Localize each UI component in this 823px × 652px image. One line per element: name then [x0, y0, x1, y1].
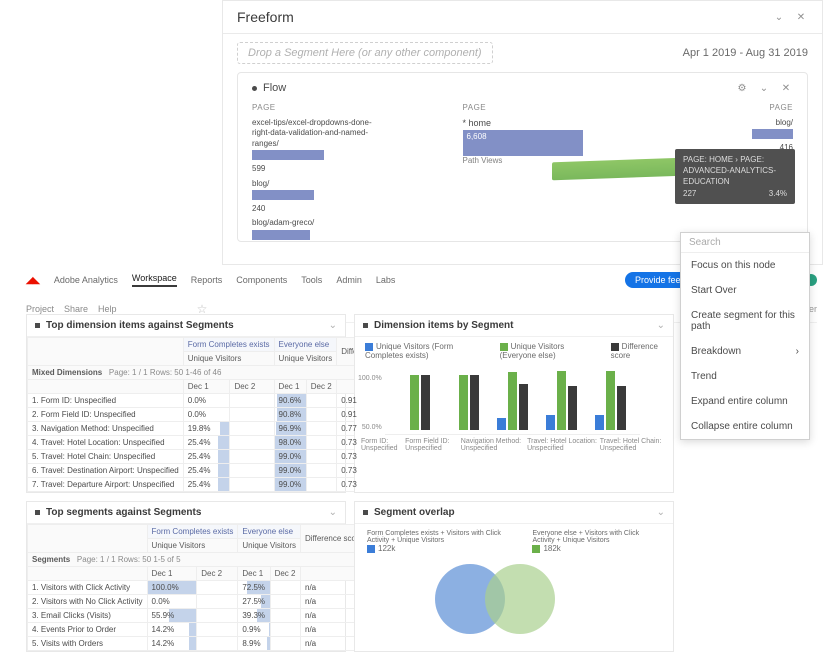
ctx-start-over[interactable]: Start Over — [681, 278, 809, 303]
ctx-trend[interactable]: Trend — [681, 364, 809, 389]
card-top-segments: Top segments against Segments⌄ Form Comp… — [26, 501, 346, 652]
ctx-focus[interactable]: Focus on this node — [681, 253, 809, 278]
table-row[interactable]: 3. Navigation Method: Unspecified 19.8% … — [28, 422, 404, 436]
chevron-down-icon[interactable]: ⌄ — [329, 507, 337, 518]
topseg-table: Form Completes existsEveryone elseDiffer… — [27, 524, 368, 651]
chevron-down-icon[interactable]: ⌄ — [772, 10, 786, 24]
table-row[interactable]: 6. Travel: Destination Airport: Unspecif… — [28, 464, 404, 478]
flow-node-home[interactable]: * home 6,608 Path Views — [463, 118, 583, 165]
flow-col-left: PAGE excel-tips/excel-dropdowns-done-rig… — [252, 103, 372, 244]
table-row[interactable]: 5. Visits with Orders 14.2% 8.9% n/a — [28, 637, 368, 651]
dot-icon — [363, 323, 368, 328]
flow-node[interactable]: blog/ — [673, 118, 793, 139]
topdim-table: Form Completes existsEveryone elseDiffer… — [27, 337, 404, 492]
chevron-down-icon[interactable]: ⌄ — [329, 320, 337, 331]
freeform-panel: Freeform ⌄ ✕ Drop a Segment Here (or any… — [222, 0, 823, 265]
table-row[interactable]: 4. Events Prior to Order 14.2% 0.9% n/a — [28, 623, 368, 637]
menu-project[interactable]: Project — [26, 304, 54, 314]
table-row[interactable]: 1. Visitors with Click Activity 100.0% 7… — [28, 581, 368, 595]
chevron-down-icon[interactable]: ⌄ — [657, 320, 665, 331]
flow-visualization: Flow ⚙ ⌄ ✕ PAGE excel-tips/excel-dropdow… — [237, 72, 808, 242]
brand-label: Adobe Analytics — [54, 275, 118, 285]
panel-title: Freeform — [237, 9, 294, 25]
tab-labs[interactable]: Labs — [376, 275, 396, 285]
close-icon[interactable]: ✕ — [779, 81, 793, 95]
bar-group[interactable] — [497, 372, 528, 430]
table-row[interactable]: 2. Form Field ID: Unspecified 0.0% 90.8%… — [28, 408, 404, 422]
dot-icon — [35, 323, 40, 328]
ctx-create-segment[interactable]: Create segment for this path — [681, 303, 809, 339]
flow-col-center: PAGE * home 6,608 Path Views — [463, 103, 583, 165]
bar-group[interactable] — [595, 371, 626, 430]
card-segment-overlap: Segment overlap⌄ Form Completes exists +… — [354, 501, 674, 652]
tab-admin[interactable]: Admin — [336, 275, 362, 285]
card-top-dimension: Top dimension items against Segments⌄ Fo… — [26, 314, 346, 493]
ctx-collapse[interactable]: Collapse entire column — [681, 414, 809, 439]
table-row[interactable]: 2. Visitors with No Click Activity 0.0% … — [28, 595, 368, 609]
flow-node[interactable]: excel-tips/excel-dropdowns-done-right-da… — [252, 118, 372, 160]
bar-group[interactable] — [448, 375, 479, 430]
menu-share[interactable]: Share — [64, 304, 88, 314]
table-row[interactable]: 3. Email Clicks (Visits) 55.9% 39.3% n/a — [28, 609, 368, 623]
chevron-down-icon[interactable]: ⌄ — [657, 507, 665, 518]
context-search[interactable]: Search — [681, 233, 809, 253]
bar-group[interactable] — [546, 371, 577, 430]
tab-reports[interactable]: Reports — [191, 275, 223, 285]
ctx-expand[interactable]: Expand entire column — [681, 389, 809, 414]
dot-icon — [363, 510, 368, 515]
venn-diagram — [355, 559, 673, 639]
table-row[interactable]: 1. Form ID: Unspecified 0.0% 90.6% 0.91 — [28, 394, 404, 408]
context-menu: Search Focus on this node Start Over Cre… — [680, 232, 810, 440]
table-row[interactable]: 5. Travel: Hotel Chain: Unspecified 25.4… — [28, 450, 404, 464]
menu-help[interactable]: Help — [98, 304, 117, 314]
table-row[interactable]: 7. Travel: Departure Airport: Unspecifie… — [28, 478, 404, 492]
table-row[interactable]: 4. Travel: Hotel Location: Unspecified 2… — [28, 436, 404, 450]
chevron-down-icon[interactable]: ⌄ — [757, 81, 771, 95]
dot-icon — [35, 510, 40, 515]
close-icon[interactable]: ✕ — [794, 10, 808, 24]
chevron-right-icon: › — [796, 346, 799, 357]
bar-chart — [385, 365, 640, 435]
gear-icon[interactable]: ⚙ — [735, 81, 749, 95]
venn-circle-b[interactable] — [485, 564, 555, 634]
flow-title: Flow — [263, 82, 286, 94]
tab-components[interactable]: Components — [236, 275, 287, 285]
ctx-breakdown[interactable]: Breakdown› — [681, 339, 809, 364]
flow-node[interactable]: blog/ — [252, 179, 372, 200]
flow-node[interactable]: blog/adam-greco/ — [252, 218, 372, 239]
date-range[interactable]: Apr 1 2019 - Aug 31 2019 — [683, 47, 808, 59]
segment-dropzone[interactable]: Drop a Segment Here (or any other compon… — [237, 42, 493, 64]
tab-tools[interactable]: Tools — [301, 275, 322, 285]
tab-workspace[interactable]: Workspace — [132, 273, 177, 287]
flow-tooltip: PAGE: HOME › PAGE: ADVANCED-ANALYTICS-ED… — [675, 149, 795, 204]
adobe-logo-icon: ◢◣ — [26, 275, 40, 286]
